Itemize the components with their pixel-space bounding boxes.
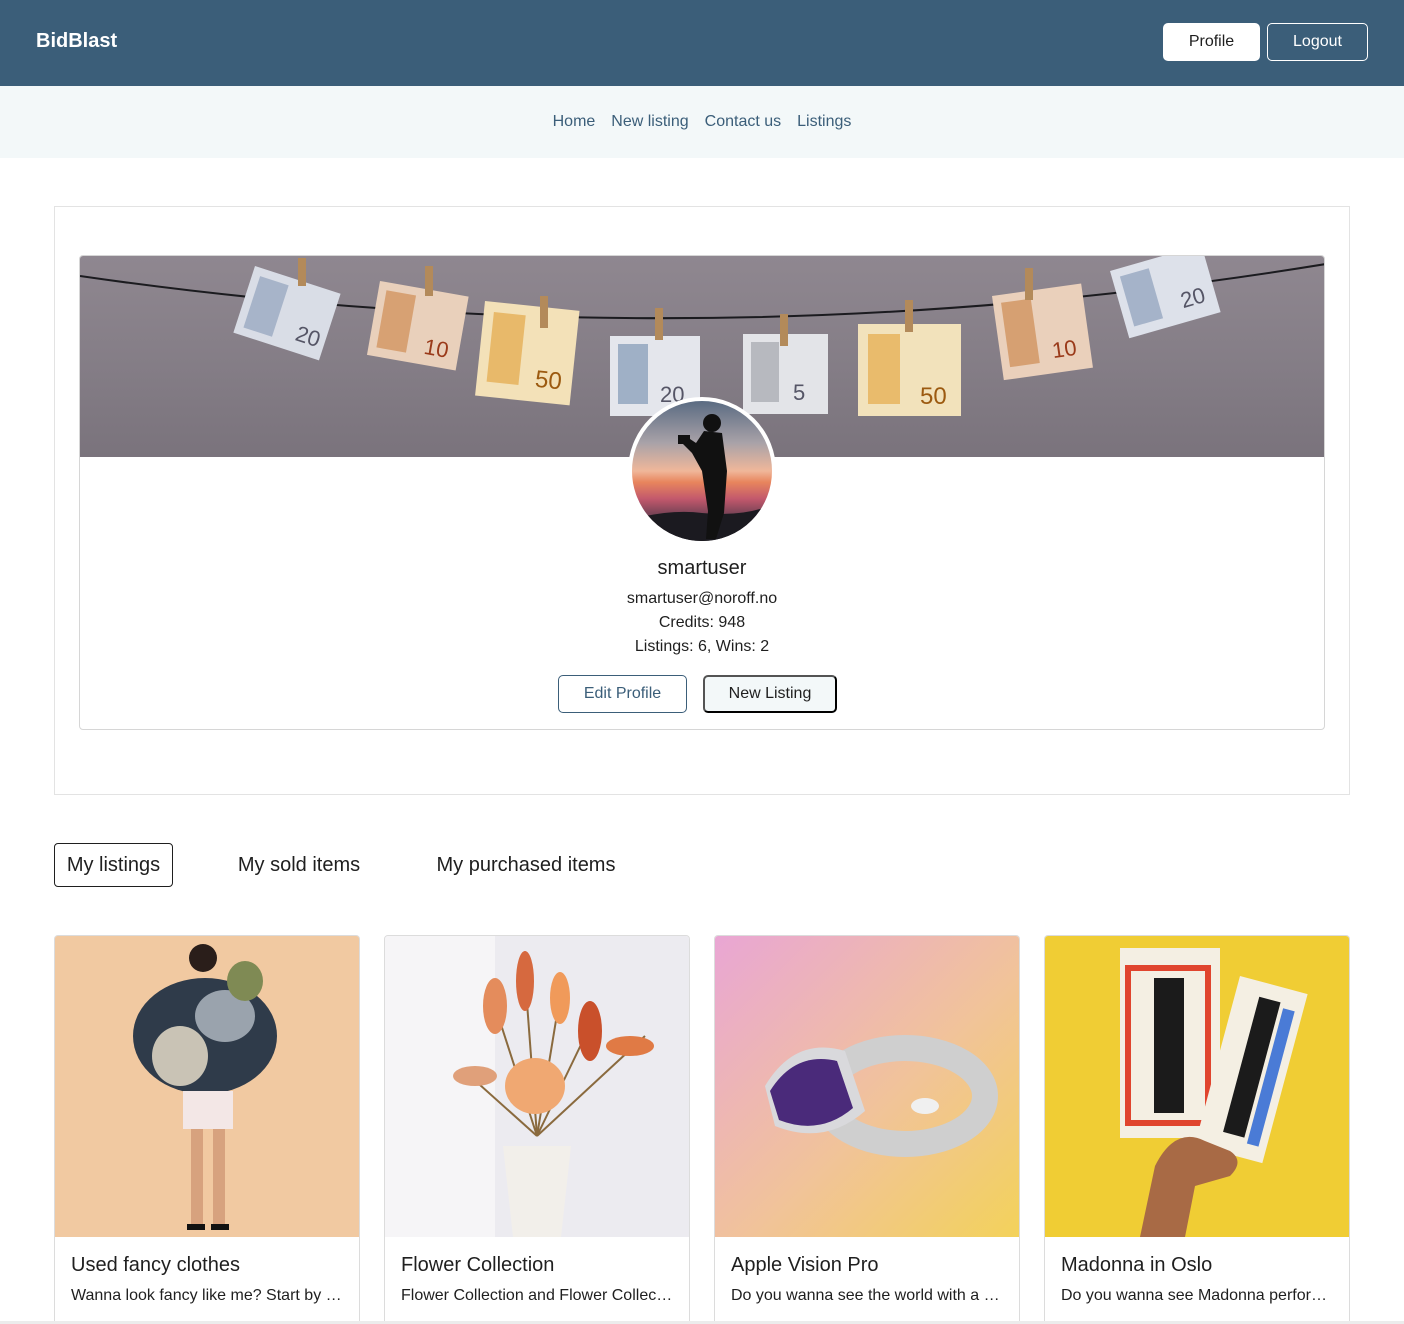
svg-text:5: 5 [793,380,805,405]
nav-listings[interactable]: Listings [797,113,851,131]
nav-contact-us[interactable]: Contact us [705,113,781,131]
listing-card[interactable]: Flower Collection Flower Collection and … [384,935,690,1324]
tab-my-listings[interactable]: My listings [54,843,173,887]
listing-description: Flower Collection and Flower Collection … [401,1287,676,1304]
silhouette-photographer-icon [632,414,772,541]
profile-stats: Listings: 6, Wins: 2 [634,638,770,655]
svg-text:10: 10 [1050,335,1078,363]
avatar[interactable] [628,397,776,545]
main-navigation: Home New listing Contact us Listings [0,86,1404,158]
profile-credits: Credits: 948 [658,614,746,631]
listing-description: Wanna look fancy like me? Start by buyin… [71,1287,346,1304]
tab-my-purchased-items[interactable]: My purchased items [428,843,624,887]
svg-text:10: 10 [422,334,450,363]
vr-headset-image [715,936,1019,1237]
listing-card[interactable]: Apple Vision Pro Do you wanna see the wo… [714,935,1020,1324]
brand-logo[interactable]: BidBlast [36,30,117,53]
listing-card[interactable]: Used fancy clothes Wanna look fancy like… [54,935,360,1324]
svg-text:50: 50 [920,383,947,410]
listing-description: Do you wanna see Madonna perform live in… [1061,1287,1336,1304]
new-listing-button[interactable]: New Listing [703,675,837,713]
profile-button[interactable]: Profile [1163,23,1260,61]
listing-description: Do you wanna see the world with a new pe… [731,1287,1006,1304]
listing-title[interactable]: Madonna in Oslo [1061,1254,1212,1277]
tickets-in-hand-image [1045,936,1349,1237]
listing-title[interactable]: Apple Vision Pro [731,1254,879,1277]
tab-my-sold-items[interactable]: My sold items [228,843,370,887]
profile-email: smartuser@noroff.no [626,590,778,607]
nav-new-listing[interactable]: New listing [611,113,688,131]
logout-button[interactable]: Logout [1267,23,1368,61]
listing-title[interactable]: Flower Collection [401,1254,554,1277]
listing-title[interactable]: Used fancy clothes [71,1254,240,1277]
woman-carrying-clothes-image [55,936,359,1237]
svg-text:50: 50 [534,366,563,396]
profile-username: smartuser [657,557,747,579]
nav-home[interactable]: Home [553,113,596,131]
top-header: BidBlast Profile Logout [0,0,1404,86]
dried-flowers-vase-image [385,936,689,1237]
listing-card[interactable]: Madonna in Oslo Do you wanna see Madonna… [1044,935,1350,1324]
edit-profile-button[interactable]: Edit Profile [558,675,687,713]
